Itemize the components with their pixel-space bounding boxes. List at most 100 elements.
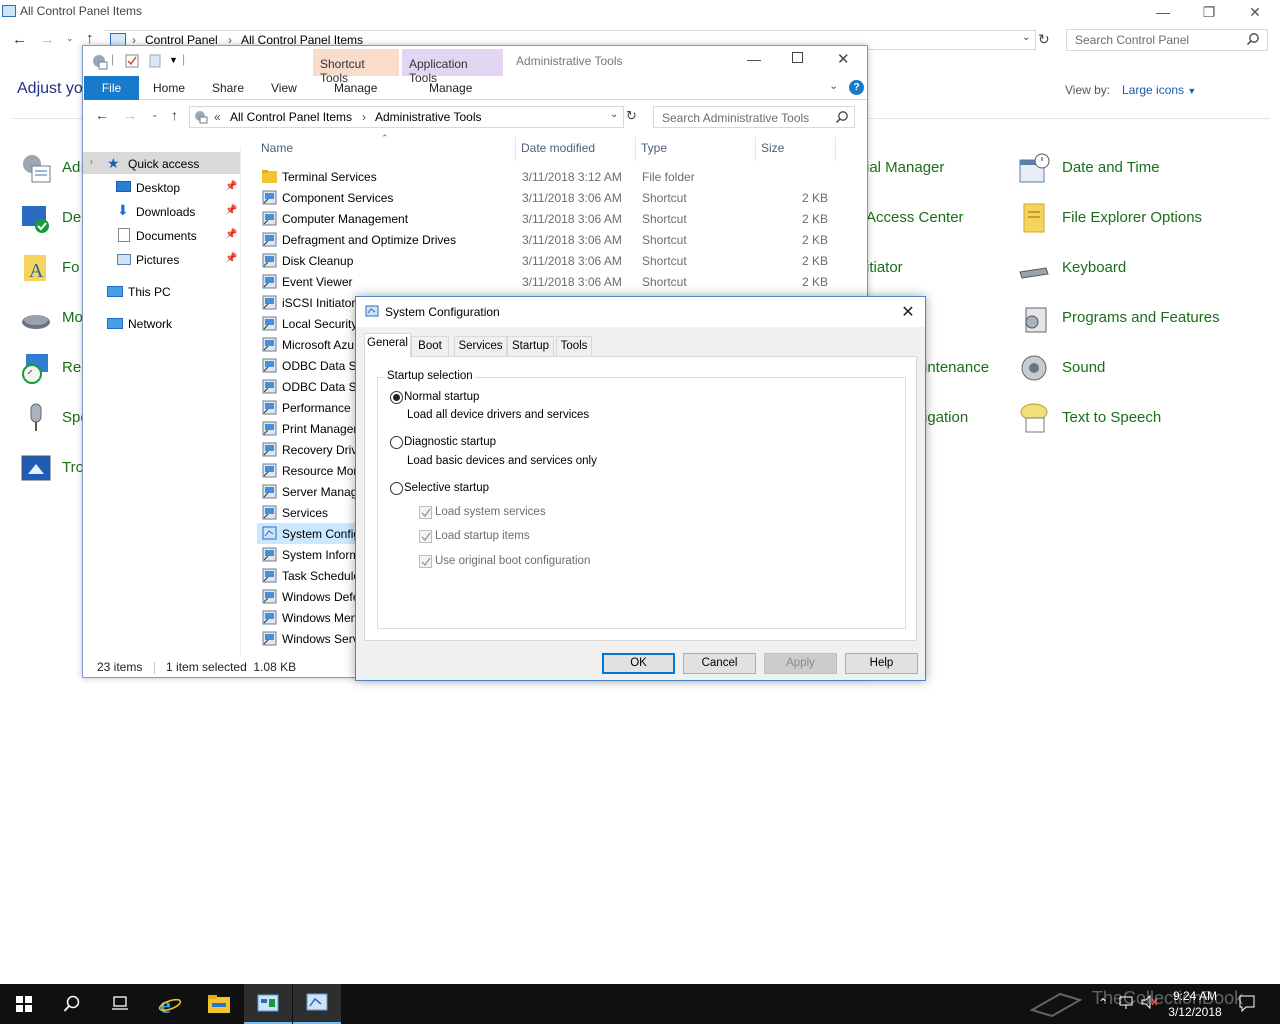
expand-chevron-icon[interactable]: › (90, 157, 93, 166)
column-separator[interactable] (635, 137, 636, 161)
column-separator[interactable] (515, 137, 516, 161)
forward-arrow-icon[interactable]: → (40, 31, 55, 48)
normal-startup-label[interactable]: Normal startup (404, 391, 479, 403)
file-explorer-button[interactable] (195, 984, 243, 1024)
shortcut-tools-tab[interactable]: Shortcut Tools (313, 49, 399, 85)
cp-item-ease-of-access[interactable]: Access Center (866, 209, 964, 226)
breadcrumb-all-items[interactable]: All Control Panel Items (230, 110, 352, 124)
ribbon-tab-manage-shortcut[interactable]: Manage (334, 81, 377, 95)
nav-downloads[interactable]: Downloads (136, 205, 195, 219)
minimize-button[interactable]: — (1140, 0, 1186, 24)
help-button[interactable]: Help (845, 653, 918, 674)
help-icon[interactable]: ? (849, 80, 864, 95)
start-button[interactable] (0, 984, 48, 1024)
selective-startup-label[interactable]: Selective startup (404, 482, 489, 494)
file-row[interactable]: Event Viewer 3/11/2018 3:06 AM Shortcut 2 K… (257, 271, 837, 292)
cp-item-troubleshooting[interactable]: Tro (62, 459, 84, 476)
maximize-button[interactable] (792, 52, 803, 63)
recent-chevron-icon[interactable]: ⌄ (66, 33, 74, 44)
nav-quick-access[interactable]: Quick access (128, 157, 199, 171)
ok-button[interactable]: OK (602, 653, 675, 674)
diagnostic-startup-radio[interactable] (390, 436, 403, 449)
cp-item-sync-navigation[interactable]: igation (924, 409, 968, 426)
cp-item-file-explorer-options[interactable]: File Explorer Options (1062, 209, 1202, 226)
back-arrow-icon[interactable]: ← (12, 31, 27, 48)
dialog-close-button[interactable]: ✕ (896, 302, 920, 322)
tab-boot[interactable]: Boot (411, 336, 449, 356)
cp-item-credential-manager[interactable]: ial Manager (866, 159, 944, 176)
ribbon-tab-share[interactable]: Share (212, 81, 244, 95)
cancel-button[interactable]: Cancel (683, 653, 756, 674)
search-taskbar-button[interactable] (48, 984, 96, 1024)
cp-item-keyboard[interactable]: Keyboard (1062, 259, 1126, 276)
explorer-search-input[interactable]: Search Administrative Tools (653, 106, 855, 128)
nav-documents[interactable]: Documents (136, 229, 197, 243)
address-dropdown-icon[interactable]: ⌄ (610, 109, 618, 120)
refresh-icon[interactable]: ↻ (626, 108, 637, 124)
cp-item-fonts[interactable]: Fo (62, 259, 80, 276)
pin-icon[interactable]: 📌 (225, 181, 237, 192)
ribbon-tab-manage-application[interactable]: Manage (429, 81, 472, 95)
nav-this-pc[interactable]: This PC (128, 285, 171, 299)
file-row[interactable]: Disk Cleanup 3/11/2018 3:06 AM Shortcut 2 K… (257, 250, 837, 271)
ribbon-tab-view[interactable]: View (271, 81, 297, 95)
task-view-button[interactable] (96, 984, 144, 1024)
cp-item-devices[interactable]: De (62, 209, 81, 226)
nav-pictures[interactable]: Pictures (136, 253, 179, 267)
tab-tools[interactable]: Tools (556, 336, 592, 356)
use-original-boot-config-checkbox[interactable] (419, 555, 432, 568)
ribbon-tab-file[interactable]: File (84, 76, 139, 100)
forward-arrow-icon[interactable]: → (123, 107, 137, 123)
address-dropdown-icon[interactable]: ⌄ (1022, 32, 1030, 43)
back-arrow-icon[interactable]: ← (95, 107, 109, 123)
internet-explorer-button[interactable]: e (146, 984, 194, 1024)
recent-chevron-icon[interactable]: ⌄ (151, 109, 159, 120)
view-by-dropdown[interactable]: Large icons ▼ (1122, 83, 1196, 97)
column-separator[interactable] (755, 137, 756, 161)
diagnostic-startup-label[interactable]: Diagnostic startup (404, 436, 496, 448)
system-configuration-taskbar-button[interactable] (293, 984, 341, 1024)
cp-item-recovery[interactable]: Re (62, 359, 81, 376)
control-panel-search-input[interactable]: Search Control Panel (1066, 29, 1268, 51)
pin-icon[interactable]: 📌 (225, 229, 237, 240)
file-row[interactable]: Component Services 3/11/2018 3:06 AM Short… (257, 187, 837, 208)
refresh-icon[interactable]: ↻ (1038, 31, 1050, 48)
normal-startup-radio[interactable] (390, 391, 403, 404)
apply-button[interactable]: Apply (764, 653, 837, 674)
pin-icon[interactable]: 📌 (225, 253, 237, 264)
load-system-services-checkbox[interactable] (419, 506, 432, 519)
ribbon-expand-icon[interactable]: ⌄ (829, 79, 838, 92)
address-overflow[interactable]: « (214, 110, 221, 124)
tab-services[interactable]: Services (454, 336, 507, 356)
minimize-button[interactable]: — (747, 51, 761, 67)
up-arrow-icon[interactable]: ↑ (171, 107, 178, 123)
system-clock[interactable]: 9:24 AM 3/12/2018 (1160, 988, 1230, 1020)
explorer-address-bar[interactable]: « All Control Panel Items › Administrati… (189, 106, 624, 128)
file-row[interactable]: Defragment and Optimize Drives 3/11/2018 … (257, 229, 837, 250)
column-type[interactable]: Type (641, 141, 667, 155)
cp-item-iscsi-initiator[interactable]: itiator (866, 259, 903, 276)
ribbon-tab-home[interactable]: Home (153, 81, 185, 95)
column-date-modified[interactable]: Date modified (521, 141, 595, 155)
cp-item-mouse[interactable]: Mo (62, 309, 83, 326)
file-row[interactable]: Terminal Services 3/11/2018 3:12 AM File f… (257, 166, 837, 187)
selective-startup-radio[interactable] (390, 482, 403, 495)
pin-icon[interactable]: 📌 (225, 205, 237, 216)
application-tools-tab[interactable]: Application Tools (402, 49, 503, 85)
cp-item-security-maintenance[interactable]: intenance (924, 359, 989, 376)
restore-button[interactable]: ❐ (1186, 0, 1232, 24)
column-size[interactable]: Size (761, 141, 784, 155)
cp-item-text-to-speech[interactable]: Text to Speech (1062, 409, 1161, 426)
cp-item-sound[interactable]: Sound (1062, 359, 1105, 376)
column-name[interactable]: Name (261, 141, 293, 155)
cp-item-date-and-time[interactable]: Date and Time (1062, 159, 1160, 176)
cp-item-programs-and-features[interactable]: Programs and Features (1062, 309, 1220, 326)
new-folder-icon[interactable] (149, 54, 161, 68)
close-button[interactable]: ✕ (1232, 0, 1278, 24)
file-row[interactable]: Computer Management 3/11/2018 3:06 AM Shor… (257, 208, 837, 229)
close-button[interactable]: ✕ (837, 50, 850, 68)
properties-icon[interactable] (125, 54, 139, 68)
column-separator[interactable] (835, 137, 836, 161)
tab-general[interactable]: General (364, 333, 411, 357)
nav-network[interactable]: Network (128, 317, 172, 331)
